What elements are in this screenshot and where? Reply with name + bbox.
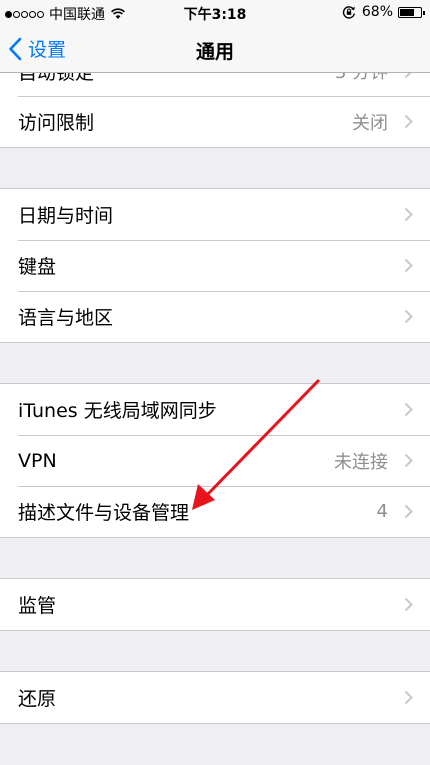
battery-percentage: 68% <box>361 4 393 20</box>
settings-group-datetime: 日期与时间 键盘 语言与地区 <box>0 188 430 343</box>
row-label: 监管 <box>18 595 57 617</box>
settings-list: 自动锁定 3 分钟 访问限制 关闭 日期与时间 键盘 语言与地区 iTunes … <box>0 72 430 765</box>
settings-group-lock: 自动锁定 3 分钟 访问限制 关闭 <box>0 72 430 148</box>
row-restrictions[interactable]: 访问限制 关闭 <box>0 96 430 147</box>
row-language-region[interactable]: 语言与地区 <box>0 291 430 342</box>
row-auto-lock[interactable]: 自动锁定 3 分钟 <box>0 72 430 96</box>
row-vpn[interactable]: VPN 未连接 <box>0 435 430 486</box>
row-detail: 关闭 <box>352 112 388 134</box>
chevron-right-icon <box>404 504 413 519</box>
chevron-right-icon <box>404 402 413 417</box>
row-label: 自动锁定 <box>18 72 95 84</box>
settings-group-reset: 还原 <box>0 671 430 724</box>
row-label: 访问限制 <box>18 112 95 134</box>
settings-group-sync: iTunes 无线局域网同步 VPN 未连接 描述文件与设备管理 4 <box>0 383 430 538</box>
row-label: 还原 <box>18 688 57 710</box>
row-label: 描述文件与设备管理 <box>18 502 190 524</box>
chevron-right-icon <box>404 597 413 612</box>
page-title: 通用 <box>195 41 234 63</box>
battery-fill <box>400 8 414 16</box>
row-reset[interactable]: 还原 <box>0 672 430 723</box>
chevron-right-icon <box>404 207 413 222</box>
battery-icon <box>398 6 425 18</box>
row-itunes-wifi-sync[interactable]: iTunes 无线局域网同步 <box>0 384 430 435</box>
chevron-right-icon <box>404 309 413 324</box>
chevron-right-icon <box>404 690 413 705</box>
rotation-lock-icon <box>342 6 355 19</box>
row-detail: 4 <box>376 501 388 522</box>
row-label: VPN <box>18 449 57 472</box>
chevron-right-icon <box>404 114 413 129</box>
chevron-right-icon <box>404 258 413 273</box>
row-supervision[interactable]: 监管 <box>0 579 430 630</box>
status-right: 68% <box>342 4 425 20</box>
row-label: 语言与地区 <box>18 307 114 329</box>
row-detail: 未连接 <box>334 451 388 473</box>
row-label: 键盘 <box>18 256 57 278</box>
chevron-right-icon <box>404 72 413 79</box>
row-detail: 3 分钟 <box>334 72 388 83</box>
settings-group-supervision: 监管 <box>0 578 430 631</box>
row-label: iTunes 无线局域网同步 <box>18 400 217 422</box>
navigation-bar: 设置 通用 <box>0 26 430 73</box>
row-keyboard[interactable]: 键盘 <box>0 240 430 291</box>
chevron-right-icon <box>404 453 413 468</box>
row-profiles-device-management[interactable]: 描述文件与设备管理 4 <box>0 486 430 537</box>
status-bar: 中国联通 下午3:18 68% <box>0 0 430 26</box>
row-label: 日期与时间 <box>18 205 114 227</box>
row-date-time[interactable]: 日期与时间 <box>0 189 430 240</box>
